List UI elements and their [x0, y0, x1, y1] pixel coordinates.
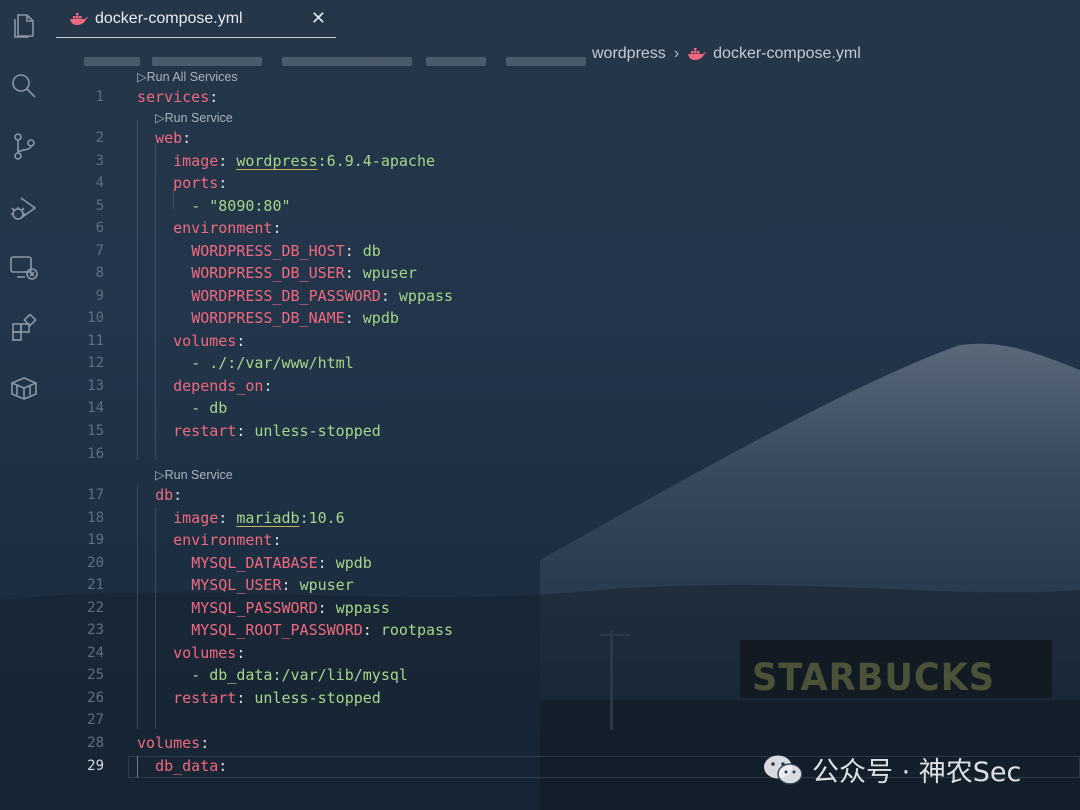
tab-docker-compose[interactable]: docker-compose.yml ✕	[56, 0, 336, 38]
line-number: 4	[95, 175, 104, 191]
line-number: 25	[87, 667, 104, 683]
line-number: 23	[87, 622, 104, 638]
code-line[interactable]: environment:	[137, 529, 281, 552]
blurred-path-segment	[282, 57, 412, 66]
line-number: 17	[87, 487, 104, 503]
breadcrumb-file[interactable]: docker-compose.yml	[713, 45, 861, 63]
line-number: 22	[87, 600, 104, 616]
line-number: 19	[87, 532, 104, 548]
code-line[interactable]: image: wordpress:6.9.4-apache	[137, 150, 435, 173]
blurred-path-segment	[84, 57, 140, 66]
code-line[interactable]: WORDPRESS_DB_HOST: db	[137, 240, 381, 263]
search-icon[interactable]	[8, 70, 40, 102]
code-line[interactable]: MYSQL_ROOT_PASSWORD: rootpass	[137, 619, 453, 642]
wechat-watermark: 公众号 · 神农Sec	[762, 750, 1021, 789]
line-number: 18	[87, 510, 104, 526]
activity-bar	[0, 0, 48, 810]
docker-whale-icon	[688, 48, 707, 60]
line-number: 24	[87, 645, 104, 661]
line-number: 8	[95, 265, 104, 281]
code-line[interactable]: services:	[137, 86, 218, 109]
code-line[interactable]: depends_on:	[137, 375, 272, 398]
line-number: 20	[87, 555, 104, 571]
code-line[interactable]: restart: unless-stopped	[137, 687, 381, 710]
line-number: 15	[87, 423, 104, 439]
code-line[interactable]: - ./:/var/www/html	[137, 352, 354, 375]
line-number: 21	[87, 577, 104, 593]
code-line[interactable]: restart: unless-stopped	[137, 420, 381, 443]
code-line[interactable]: MYSQL_DATABASE: wpdb	[137, 552, 372, 575]
blurred-path-segment	[152, 57, 262, 66]
editor-tab-bar: docker-compose.yml ✕	[48, 0, 1080, 38]
blurred-path-segment	[426, 57, 486, 66]
chevron-right-icon: ›	[673, 45, 680, 62]
codelens-run-all-services[interactable]: ▷Run All Services	[137, 66, 238, 88]
remote-explorer-icon[interactable]	[8, 252, 40, 284]
line-number: 9	[95, 288, 104, 304]
code-line[interactable]: ports:	[137, 172, 227, 195]
code-line[interactable]: image: mariadb:10.6	[137, 507, 345, 530]
wechat-icon	[764, 755, 803, 785]
code-line[interactable]: WORDPRESS_DB_NAME: wpdb	[137, 307, 399, 330]
code-editor[interactable]: ▷Run All Services ▷Run Service ▷Run Serv…	[48, 66, 1080, 810]
line-number: 16	[87, 446, 104, 462]
line-number: 29	[87, 758, 104, 774]
code-line[interactable]: MYSQL_USER: wpuser	[137, 574, 354, 597]
code-line[interactable]: WORDPRESS_DB_PASSWORD: wppass	[137, 285, 453, 308]
line-number: 7	[95, 243, 104, 259]
extensions-icon[interactable]	[8, 312, 40, 344]
line-number: 5	[95, 198, 104, 214]
run-and-debug-icon[interactable]	[8, 192, 40, 224]
code-line[interactable]: web:	[137, 127, 191, 150]
code-line[interactable]: MYSQL_PASSWORD: wppass	[137, 597, 390, 620]
line-number: 13	[87, 378, 104, 394]
line-number: 11	[87, 333, 104, 349]
line-number: 28	[87, 735, 104, 751]
code-line[interactable]: - db_data:/var/lib/mysql	[137, 664, 408, 687]
codelens-run-service-db[interactable]: ▷Run Service	[155, 464, 233, 486]
line-number: 3	[95, 153, 104, 169]
line-number: 12	[87, 355, 104, 371]
code-line[interactable]: - "8090:80"	[137, 195, 290, 218]
watermark-text: 公众号 · 神农Sec	[812, 757, 1022, 788]
line-number: 26	[87, 690, 104, 706]
tab-title: docker-compose.yml	[95, 9, 243, 27]
line-number: 27	[87, 712, 104, 728]
code-line[interactable]: volumes:	[137, 732, 209, 755]
source-control-icon[interactable]	[8, 130, 40, 162]
code-line[interactable]: - db	[137, 397, 227, 420]
code-line[interactable]: environment:	[137, 217, 281, 240]
code-line[interactable]: db:	[137, 484, 182, 507]
breadcrumb-path: wordpress › docker-compose.yml	[592, 45, 861, 63]
codelens-run-service-web[interactable]: ▷Run Service	[155, 107, 233, 129]
line-number: 14	[87, 400, 104, 416]
line-number: 6	[95, 220, 104, 236]
line-number: 1	[95, 89, 104, 105]
docker-whale-icon	[70, 12, 88, 25]
line-number: 2	[95, 130, 104, 146]
code-line[interactable]: volumes:	[137, 330, 245, 353]
line-number: 10	[87, 310, 104, 326]
blurred-path-segment	[506, 57, 586, 66]
code-line[interactable]: db_data:	[137, 755, 227, 778]
explorer-files-icon[interactable]	[8, 10, 40, 42]
close-icon[interactable]: ✕	[311, 8, 326, 28]
breadcrumb-folder[interactable]: wordpress	[592, 45, 666, 63]
code-line[interactable]: volumes:	[137, 642, 245, 665]
containers-icon[interactable]	[8, 372, 40, 404]
code-line[interactable]: WORDPRESS_DB_USER: wpuser	[137, 262, 417, 285]
